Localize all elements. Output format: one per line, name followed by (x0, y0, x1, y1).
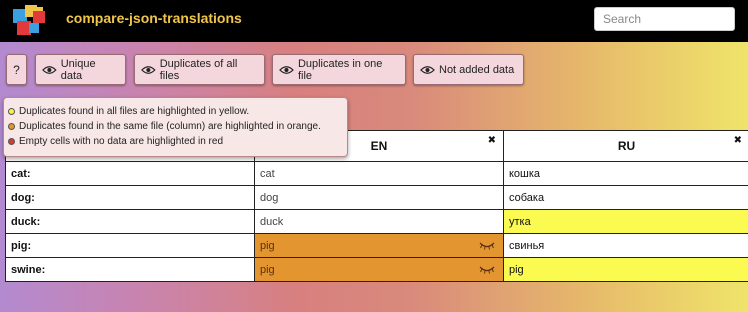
closed-eye-icon[interactable] (479, 265, 495, 274)
header-en-label: EN (370, 139, 388, 153)
top-bar: compare-json-translations (0, 0, 748, 42)
duplicates-all-files-label: Duplicates of all files (159, 57, 238, 82)
table-row: duck: duck утка (5, 209, 748, 234)
ru-cell-duplicate-all[interactable]: утка (503, 209, 748, 234)
table-row: pig: pig свинья (5, 233, 748, 258)
search-input[interactable] (594, 7, 735, 31)
ru-cell-duplicate-all[interactable]: pig (503, 257, 748, 282)
ru-cell[interactable]: свинья (503, 233, 748, 258)
orange-dot-icon (8, 123, 15, 130)
key-cell: duck: (5, 209, 255, 234)
duplicates-one-file-label: Duplicates in one file (297, 57, 383, 82)
closed-eye-icon[interactable] (479, 241, 495, 250)
legend-item-yellow: Duplicates found in all files are highli… (8, 104, 343, 119)
legend-item-red: Empty cells with no data are highlighted… (8, 134, 343, 149)
eye-icon (279, 65, 294, 74)
eye-icon (141, 65, 156, 74)
duplicates-all-files-button[interactable]: Duplicates of all files (134, 54, 265, 85)
eye-icon (42, 65, 57, 74)
red-dot-icon (8, 138, 15, 145)
en-cell-text: pig (260, 263, 275, 276)
duplicates-one-file-button[interactable]: Duplicates in one file (272, 54, 406, 85)
table-row: cat: cat кошка (5, 161, 748, 186)
unique-data-button[interactable]: Unique data (35, 54, 126, 85)
en-cell[interactable]: cat (254, 161, 504, 186)
close-icon[interactable]: ✖ (488, 135, 496, 146)
close-icon[interactable]: ✖ (734, 135, 742, 146)
header-ru: RU ✖ (503, 130, 748, 162)
en-cell[interactable]: dog (254, 185, 504, 210)
help-button[interactable]: ? (6, 54, 27, 85)
not-added-data-label: Not added data (439, 63, 515, 76)
app-logo-icon (13, 5, 45, 35)
legend-item-orange: Duplicates found in the same file (colum… (8, 119, 343, 134)
legend-text: Duplicates found in all files are highli… (19, 106, 250, 117)
legend-tooltip: Duplicates found in all files are highli… (3, 97, 348, 157)
en-cell-duplicate-one[interactable]: pig (254, 257, 504, 282)
en-cell-text: pig (260, 239, 275, 252)
unique-data-label: Unique data (60, 57, 96, 82)
en-cell-duplicate-one[interactable]: pig (254, 233, 504, 258)
table-row: swine: pig pig (5, 257, 748, 282)
legend-text: Empty cells with no data are highlighted… (19, 136, 224, 147)
eye-icon (420, 65, 435, 74)
key-cell: dog: (5, 185, 255, 210)
table-row: dog: dog собака (5, 185, 748, 210)
key-cell: cat: (5, 161, 255, 186)
key-cell: swine: (5, 257, 255, 282)
ru-cell[interactable]: собака (503, 185, 748, 210)
app-title: compare-json-translations (66, 10, 242, 26)
ru-cell[interactable]: кошка (503, 161, 748, 186)
en-cell[interactable]: duck (254, 209, 504, 234)
legend-text: Duplicates found in the same file (colum… (19, 121, 321, 132)
not-added-data-button[interactable]: Not added data (413, 54, 524, 85)
yellow-dot-icon (8, 108, 15, 115)
header-ru-label: RU (617, 139, 636, 153)
key-cell: pig: (5, 233, 255, 258)
